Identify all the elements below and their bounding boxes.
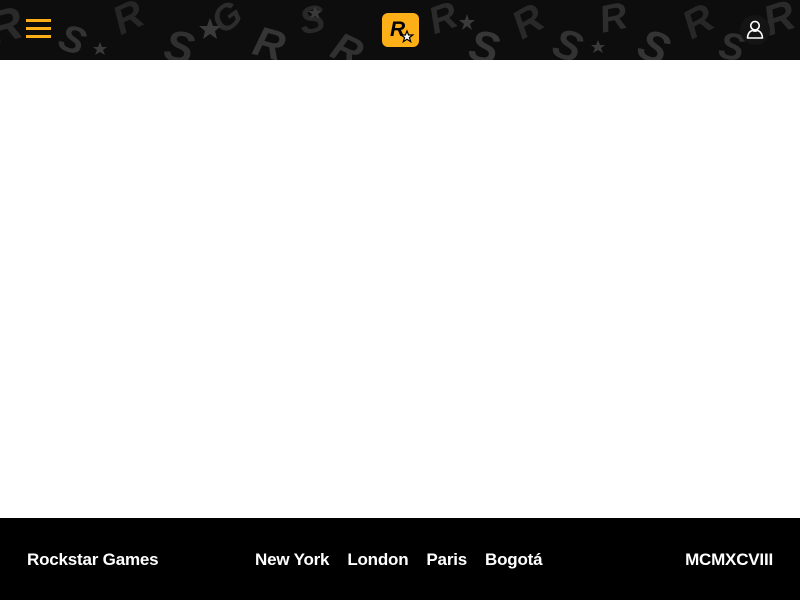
hamburger-menu-icon-bar: [26, 35, 51, 38]
footer-cities: New York London Paris Bogotá: [255, 550, 543, 570]
svg-text:R: R: [249, 17, 291, 60]
hamburger-menu-icon: [26, 19, 51, 22]
svg-text:R: R: [106, 0, 151, 44]
svg-text:R: R: [325, 24, 370, 60]
hamburger-menu-icon-bar: [26, 27, 51, 30]
svg-text:S: S: [296, 0, 328, 43]
svg-text:R: R: [0, 0, 28, 54]
footer-city-bogota[interactable]: Bogotá: [485, 550, 543, 570]
rockstar-logo-icon: R: [390, 18, 415, 44]
site-header: R S R S G R S R R S R S R S R S R R: [0, 0, 800, 60]
svg-text:S: S: [631, 19, 677, 60]
svg-text:S: S: [161, 21, 198, 60]
user-account-icon: [746, 20, 764, 39]
account-button[interactable]: [740, 15, 770, 45]
menu-button[interactable]: [26, 19, 52, 41]
footer-city-paris[interactable]: Paris: [426, 550, 467, 570]
site-footer: Rockstar Games New York London Paris Bog…: [0, 518, 800, 600]
svg-text:R: R: [505, 0, 552, 48]
footer-brand[interactable]: Rockstar Games: [27, 550, 159, 570]
svg-text:R: R: [675, 0, 721, 48]
svg-text:S: S: [547, 18, 588, 60]
svg-text:R: R: [596, 0, 632, 42]
main-content: [0, 60, 800, 518]
footer-year: MCMXCVIII: [685, 550, 773, 569]
footer-city-new-york[interactable]: New York: [255, 550, 330, 570]
footer-city-london[interactable]: London: [347, 550, 408, 570]
svg-text:S: S: [53, 16, 91, 60]
page: R S R S G R S R R S R S R S R S R R Rock…: [0, 0, 800, 600]
svg-text:R: R: [423, 0, 464, 43]
rockstar-logo-button[interactable]: R: [382, 13, 419, 47]
